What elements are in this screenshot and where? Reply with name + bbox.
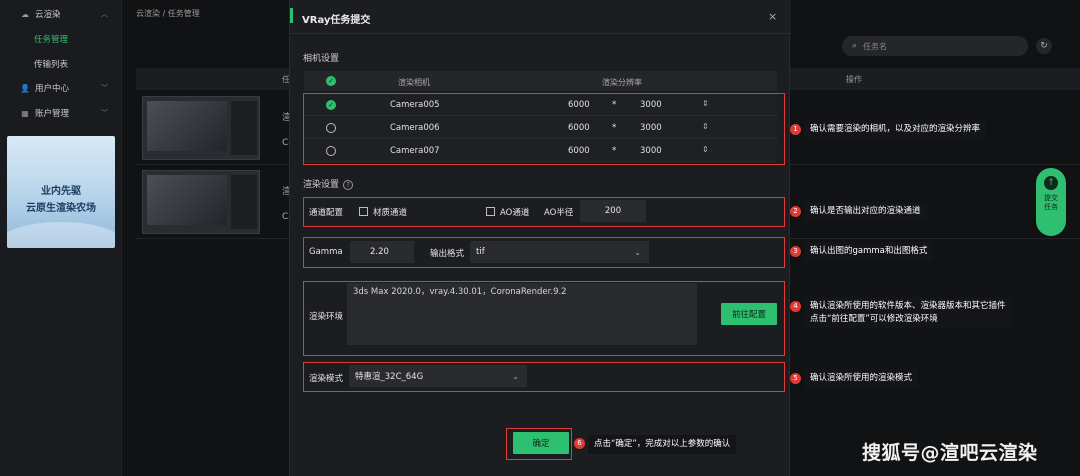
annotation-badge: 1: [790, 124, 801, 135]
column-header-operation: 操作: [846, 75, 862, 84]
annotation-note: 确认渲染所使用的渲染模式: [804, 369, 919, 388]
annotation-box-5: [303, 362, 785, 392]
grid-icon: ▦: [21, 108, 29, 118]
sidebar: ☁ 云渲染 ︿ 任务管理 传输列表 👤 用户中心 ﹀ ▦ 账户管理 ﹀ 业内先驱…: [0, 0, 122, 476]
submit-task-button[interactable]: ↑ 提交 任务: [1036, 168, 1066, 236]
submit-task-label: 提交: [1044, 194, 1058, 202]
select-all-checkbox[interactable]: ✓: [326, 76, 336, 86]
arrow-up-icon: ↑: [1044, 176, 1058, 190]
sidebar-item-cloud-render[interactable]: ☁ 云渲染 ︿: [0, 4, 122, 24]
search-placeholder: 任务名: [863, 41, 888, 51]
promo-line1: 业内先驱: [41, 186, 81, 197]
column-header-camera: 渲染相机: [398, 78, 430, 87]
sidebar-item-task-manage[interactable]: 任务管理: [34, 33, 68, 45]
sidebar-item-user-center[interactable]: 👤 用户中心 ﹀: [0, 78, 122, 98]
annotation-note: 确认出图的gamma和出图格式: [804, 242, 934, 261]
dialog-title-bar: VRay任务提交 ×: [290, 0, 791, 34]
render-section-title: 渲染设置?: [303, 177, 354, 190]
watermark: 搜狐号@渲吧云渲染: [862, 442, 1038, 464]
sidebar-item-label: 账户管理: [35, 109, 70, 119]
chevron-up-icon: ︿: [101, 10, 108, 18]
annotation-box-1: [303, 93, 785, 165]
camera-table-header: ✓ 渲染相机 渲染分辨率: [304, 71, 777, 91]
annotation-box-2: [303, 197, 785, 227]
annotation-badge: 2: [790, 206, 801, 217]
promo-line2: 云原生渲染农场: [26, 203, 96, 214]
annotation-note-line: 确认渲染所使用的软件版本、渲染器版本和其它插件: [810, 301, 1006, 311]
annotation-note: 确认是否输出对应的渲染通道: [804, 202, 927, 221]
search-input[interactable]: ⌕ 任务名: [842, 36, 1028, 56]
sidebar-item-account-manage[interactable]: ▦ 账户管理 ﹀: [0, 103, 122, 123]
user-icon: 👤: [20, 83, 30, 93]
annotation-badge: 4: [790, 301, 801, 312]
annotation-box-4: [303, 281, 785, 356]
annotation-badge: 6: [574, 438, 585, 449]
task-thumbnail[interactable]: [142, 96, 260, 160]
annotation-badge: 5: [790, 373, 801, 384]
column-header-resolution: 渲染分辨率: [602, 78, 642, 87]
render-section-label: 渲染设置: [303, 180, 340, 190]
title-accent: [290, 8, 293, 23]
annotation-box-3: [303, 237, 785, 268]
sidebar-item-label: 云渲染: [35, 10, 61, 20]
wave-decoration: [7, 222, 115, 248]
sidebar-item-transfer-list[interactable]: 传输列表: [34, 58, 68, 70]
chevron-down-icon: ﹀: [101, 84, 108, 92]
annotation-badge: 3: [790, 246, 801, 257]
help-icon[interactable]: ?: [343, 180, 354, 190]
refresh-icon[interactable]: ↻: [1036, 38, 1052, 54]
breadcrumb: 云渲染 / 任务管理: [136, 9, 200, 18]
dialog-title: VRay任务提交: [302, 15, 371, 26]
annotation-note: 确认需要渲染的相机，以及对应的渲染分辨率: [804, 120, 987, 139]
annotation-note: 点击“确定”，完成对以上参数的确认: [588, 435, 737, 454]
chevron-down-icon: ﹀: [101, 109, 108, 117]
sidebar-item-label: 用户中心: [35, 84, 70, 94]
camera-section-title: 相机设置: [303, 54, 340, 64]
annotation-box-6: [506, 428, 572, 460]
search-icon: ⌕: [852, 41, 858, 51]
annotation-note-line: 点击“前往配置”可以修改渲染环境: [810, 314, 938, 324]
task-thumbnail[interactable]: [142, 170, 260, 234]
cloud-icon: ☁: [21, 9, 29, 19]
close-icon[interactable]: ×: [768, 10, 777, 23]
annotation-note: 确认渲染所使用的软件版本、渲染器版本和其它插件 点击“前往配置”可以修改渲染环境: [804, 297, 1012, 329]
promo-banner[interactable]: 业内先驱 云原生渲染农场: [7, 136, 115, 248]
submit-task-label: 任务: [1044, 203, 1058, 211]
